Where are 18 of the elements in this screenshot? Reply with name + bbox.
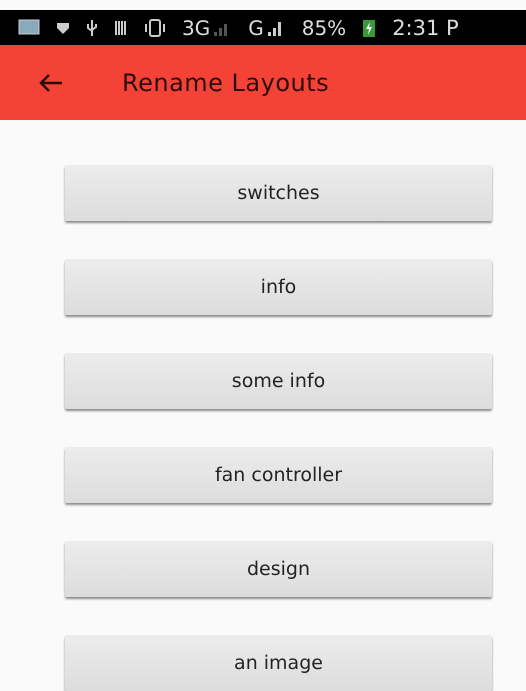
network-label: 3G bbox=[182, 16, 210, 40]
clock: 2:31 P bbox=[392, 16, 459, 40]
layout-button[interactable]: fan controller bbox=[65, 447, 492, 503]
back-arrow-icon bbox=[38, 72, 64, 92]
monitor-icon bbox=[18, 18, 40, 36]
layout-button[interactable]: an image bbox=[65, 635, 492, 691]
layout-button[interactable]: design bbox=[65, 541, 492, 597]
barcode-icon bbox=[114, 20, 128, 36]
layout-button[interactable]: some info bbox=[65, 353, 492, 409]
battery-percent: 85% bbox=[302, 16, 346, 40]
layout-button[interactable]: info bbox=[65, 259, 492, 315]
screen-title: Rename Layouts bbox=[122, 68, 330, 96]
usb-icon bbox=[86, 18, 98, 36]
network-label: G bbox=[248, 16, 264, 40]
vibrate-icon bbox=[144, 18, 166, 38]
layout-button[interactable]: switches bbox=[65, 165, 492, 221]
battery-charging-icon bbox=[362, 18, 376, 38]
shield-icon bbox=[56, 20, 70, 34]
